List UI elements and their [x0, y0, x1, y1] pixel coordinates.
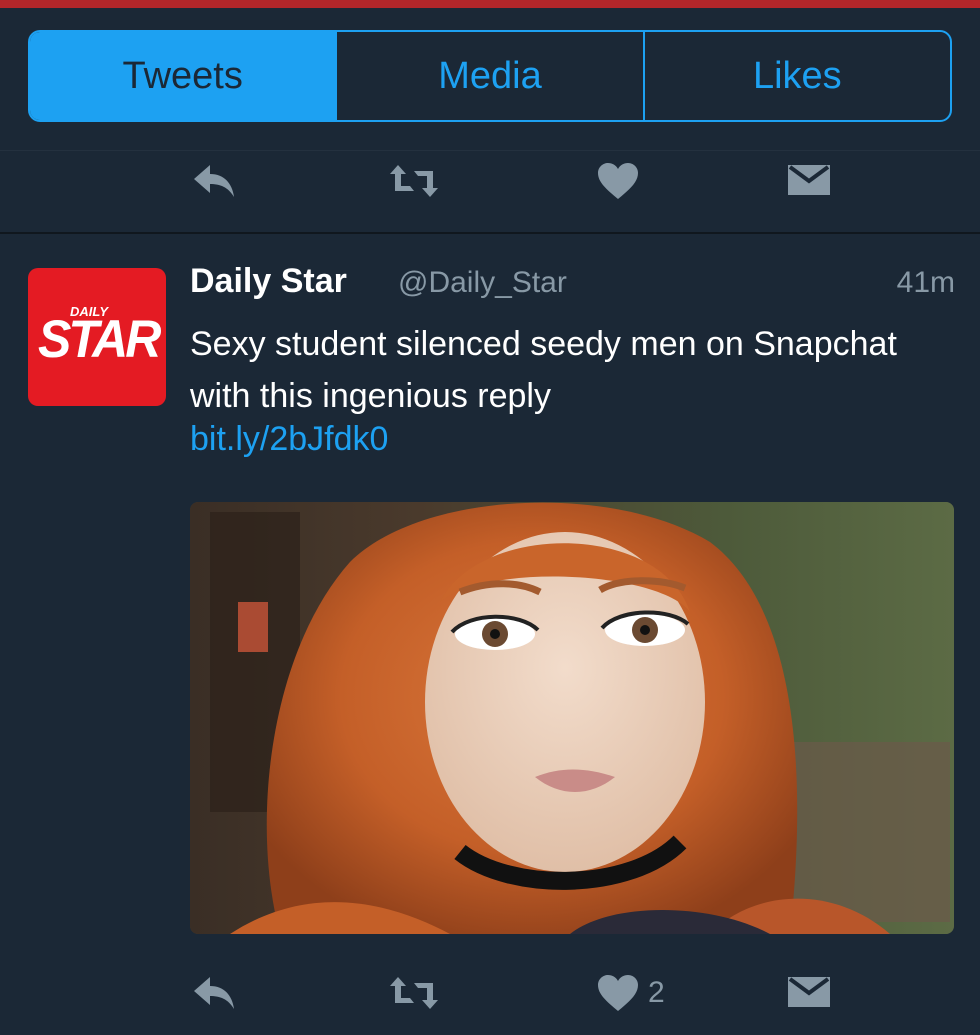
profile-tabs-bar: Tweets Media Likes [0, 8, 980, 151]
direct-message-button[interactable] [786, 958, 832, 1028]
tab-media[interactable]: Media [337, 32, 645, 120]
top-accent-strip [0, 0, 980, 8]
tab-segmented-control: Tweets Media Likes [28, 30, 952, 122]
tweet-actions: 2 [0, 958, 980, 1028]
reply-icon [194, 165, 234, 197]
tab-likes[interactable]: Likes [645, 32, 950, 120]
portrait-photo [190, 502, 954, 934]
tweet-header: Daily Star @Daily_Star 41m [190, 262, 955, 310]
tweet-link[interactable]: bit.ly/2bJfdk0 [190, 420, 388, 459]
like-button[interactable]: 2 [596, 958, 665, 1028]
reply-button[interactable] [192, 146, 238, 216]
avatar[interactable]: DAILY STAR [28, 268, 166, 406]
direct-message-button[interactable] [786, 146, 832, 216]
envelope-icon [788, 977, 830, 1007]
reply-icon [194, 977, 234, 1009]
retweet-icon [390, 165, 438, 197]
retweet-button[interactable] [388, 958, 440, 1028]
reply-button[interactable] [192, 958, 238, 1028]
retweet-button[interactable] [388, 146, 440, 216]
like-button[interactable] [596, 146, 640, 216]
avatar-big-text: STAR [38, 309, 161, 369]
tab-tweets[interactable]: Tweets [30, 32, 338, 120]
tweet-divider [0, 232, 980, 234]
previous-tweet-actions [0, 146, 980, 216]
author-name[interactable]: Daily Star [190, 262, 347, 301]
heart-icon [598, 163, 638, 199]
like-count: 2 [648, 976, 665, 1009]
retweet-icon [390, 977, 438, 1009]
tweet-timestamp[interactable]: 41m [897, 266, 955, 300]
tweet-text: Sexy student silenced seedy men on Snapc… [190, 325, 897, 415]
envelope-icon [788, 165, 830, 195]
heart-icon [598, 975, 638, 1011]
tweet-media-photo[interactable] [190, 502, 954, 934]
author-handle[interactable]: @Daily_Star [398, 266, 567, 300]
